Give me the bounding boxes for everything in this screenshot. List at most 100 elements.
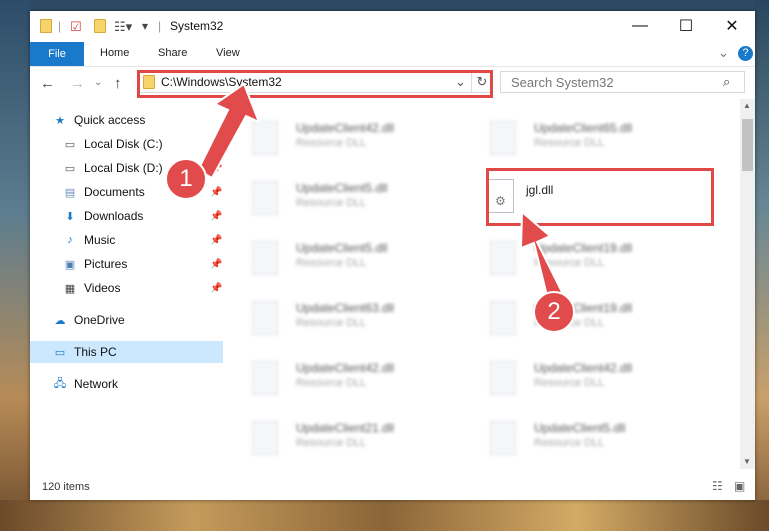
dll-file-icon [252,181,278,215]
file-item[interactable]: UpdateClient5.dll Resource DLL [240,229,470,279]
chevron-down-icon[interactable]: ⌄ [718,45,729,61]
file-name: UpdateClient21.dll [296,421,395,435]
desktop-background-left [0,0,30,531]
search-input[interactable]: Search System32 ⌕ [500,71,745,93]
scroll-down-icon[interactable]: ▼ [743,457,751,466]
file-item[interactable]: UpdateClient19.dll Resource DLL [478,289,708,339]
title-bar: | ☑ ☷▾ ▾ | System32 — ☐ ✕ [30,11,755,43]
folder-icon [40,19,52,35]
desktop-background-bottom [0,500,769,531]
file-type: Resource DLL [296,197,367,209]
desktop-background-right [755,0,769,531]
sidebar-item-network[interactable]: 🖧 Network [30,373,223,395]
sidebar-item-label: Pictures [84,257,128,271]
pin-icon: 📌 [210,282,223,294]
ribbon: File Home Share View ⌄ ? [30,42,755,67]
sidebar-item-label: Local Disk (C:) [84,137,163,151]
vertical-scrollbar[interactable]: ▲ ▼ [740,99,755,469]
sidebar-item-downloads[interactable]: ⬇ Downloads 📌 [30,205,223,227]
sidebar-item-label: Downloads [84,209,144,223]
sidebar-item-label: OneDrive [74,313,125,327]
large-icons-view-icon[interactable]: ▣ [734,479,745,493]
file-item[interactable]: UpdateClient5.dll Resource DLL [240,169,470,219]
pin-icon: 📌 [210,186,223,198]
pin-icon: 📌 [210,162,223,174]
dll-file-icon [252,301,278,335]
sidebar-item-videos[interactable]: ▦ Videos 📌 [30,277,223,299]
sidebar-item-label: Network [74,377,119,391]
file-name: UpdateClient5.dll [534,421,626,435]
file-type: Resource DLL [296,257,367,269]
pin-icon: 📌 [210,138,223,150]
dll-file-icon [490,301,516,335]
documents-icon: ▤ [64,186,76,199]
tab-home[interactable]: Home [100,47,129,59]
tab-share[interactable]: Share [158,47,187,59]
file-item[interactable]: UpdateClient42.dll Resource DLL [478,349,708,399]
sidebar-item-quick-access[interactable]: ★ Quick access [30,109,223,131]
file-item[interactable]: UpdateClient5.dll Resource DLL [478,409,708,459]
dll-file-icon [252,421,278,455]
chevron-down-icon[interactable]: ⌄ [94,77,102,88]
file-name: UpdateClient42.dll [296,121,395,135]
forward-arrow-icon[interactable]: → [70,75,85,92]
details-view-icon[interactable]: ☷ [712,479,723,493]
properties-icon[interactable]: ☑ [70,19,82,35]
music-icon: ♪ [67,234,73,246]
file-list: UpdateClient42.dll Resource DLL UpdateCl… [240,99,740,469]
sidebar-item-label: This PC [74,345,117,359]
file-item[interactable]: UpdateClient42.dll Resource DLL [240,109,470,159]
help-icon[interactable]: ? [738,46,753,61]
tab-file[interactable]: File [30,42,84,66]
pc-icon: ▭ [54,346,66,359]
sidebar-item-pictures[interactable]: ▣ Pictures 📌 [30,253,223,275]
dll-file-icon [252,361,278,395]
dll-file-icon [490,421,516,455]
file-name: UpdateClient5.dll [296,241,388,255]
file-type: Resource DLL [296,317,367,329]
sidebar-item-local-disk-c[interactable]: ▭ Local Disk (C:) 📌 [30,133,223,155]
step-badge-2: 2 [533,291,575,333]
file-type: Resource DLL [296,377,367,389]
file-item[interactable]: UpdateClient21.dll Resource DLL [240,409,470,459]
file-name: UpdateClient42.dll [534,361,633,375]
close-button[interactable]: ✕ [709,11,755,41]
file-item[interactable]: UpdateClient19.dll Resource DLL [478,229,708,279]
maximize-button[interactable]: ☐ [663,11,709,41]
file-name: UpdateClient5.dll [296,181,388,195]
tab-view[interactable]: View [216,47,240,59]
new-folder-icon[interactable] [94,19,106,35]
file-type: Resource DLL [534,137,605,149]
file-name: UpdateClient19.dll [534,241,633,255]
customize-toolbar-icon[interactable]: ☷▾ [114,19,132,35]
pin-icon: 📌 [210,210,223,222]
sidebar-item-music[interactable]: ♪ Music 📌 [30,229,223,251]
file-item[interactable]: UpdateClient65.dll Resource DLL [478,109,708,159]
up-arrow-icon[interactable]: ↑ [114,75,122,92]
file-type: Resource DLL [534,437,605,449]
sidebar-item-label: Videos [84,281,121,295]
pictures-icon: ▣ [64,258,76,271]
drive-icon: ▭ [64,138,76,151]
star-icon: ★ [55,114,65,127]
chevron-down-icon[interactable]: ▾ [142,19,148,35]
cloud-icon: ☁ [54,314,66,327]
search-icon[interactable]: ⌕ [723,74,730,90]
file-name: UpdateClient42.dll [296,361,395,375]
navigation-pane: ★ Quick access ▭ Local Disk (C:) 📌 ▭ Loc… [30,99,223,469]
file-item[interactable]: UpdateClient42.dll Resource DLL [240,349,470,399]
scrollbar-thumb[interactable] [742,119,753,171]
sidebar-item-onedrive[interactable]: ☁ OneDrive [30,309,223,331]
pin-icon: 📌 [210,234,223,246]
sidebar-item-label: Documents [84,185,145,199]
file-name: UpdateClient65.dll [534,121,633,135]
back-arrow-icon[interactable]: ← [40,75,55,92]
minimize-button[interactable]: — [617,11,663,41]
scroll-up-icon[interactable]: ▲ [743,101,751,110]
file-item[interactable]: UpdateClient63.dll Resource DLL [240,289,470,339]
network-icon: 🖧 [53,377,67,390]
file-highlight-box [486,168,714,226]
sidebar-item-this-pc[interactable]: ▭ This PC [30,341,223,363]
sidebar-item-label: Music [84,233,116,247]
dll-file-icon [490,241,516,275]
